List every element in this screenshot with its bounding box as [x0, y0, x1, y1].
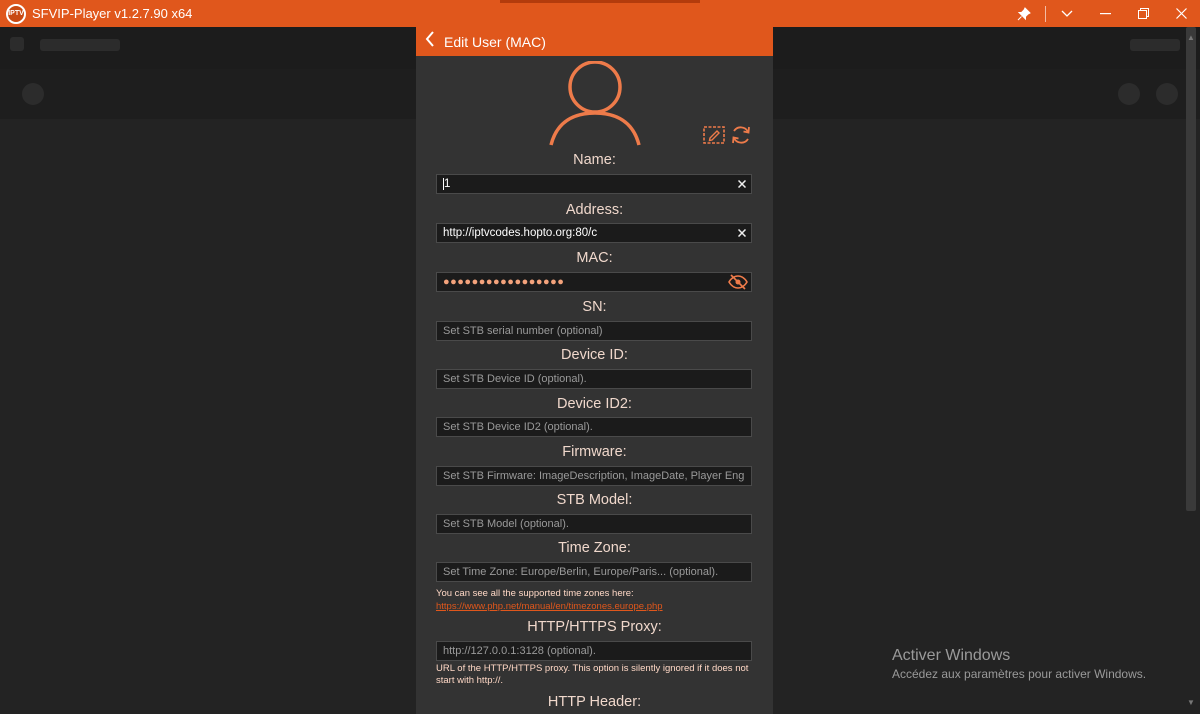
close-button[interactable] — [1162, 0, 1200, 27]
dropdown-chevron-icon[interactable] — [1048, 0, 1086, 27]
device-id-placeholder: Set STB Device ID (optional). — [443, 373, 587, 385]
time-zone-link[interactable]: https://www.php.net/manual/en/timezones.… — [436, 601, 756, 612]
mac-value: ●●●●●●●●●●●●●●●●● — [443, 276, 565, 288]
name-label: Name: — [573, 152, 616, 168]
proxy-hint: URL of the HTTP/HTTPS proxy. This option… — [436, 663, 749, 686]
edit-user-dialog: Edit User (MAC) Name: 1 Address: http://… — [416, 27, 773, 714]
background-settings-icon — [1156, 83, 1178, 105]
scrollbar[interactable] — [1186, 27, 1196, 511]
device-id2-field[interactable]: Set STB Device ID2 (optional). — [436, 417, 752, 437]
user-avatar-icon[interactable] — [547, 61, 643, 147]
window-controls — [1005, 0, 1200, 27]
background-menu — [1130, 39, 1180, 51]
dialog-title: Edit User (MAC) — [444, 33, 546, 50]
scroll-up-icon[interactable]: ▲ — [1187, 33, 1195, 42]
device-id-label: Device ID: — [561, 347, 628, 363]
edit-avatar-icon[interactable] — [703, 125, 725, 145]
sn-field[interactable]: Set STB serial number (optional) — [436, 321, 752, 341]
name-field[interactable]: 1 — [436, 174, 752, 194]
activation-watermark-title: Activer Windows — [892, 647, 1011, 664]
refresh-icon[interactable] — [730, 124, 752, 146]
http-header-label: HTTP Header: — [547, 694, 642, 710]
title-accent-strip — [500, 0, 700, 3]
address-label: Address: — [565, 202, 624, 218]
back-icon[interactable] — [416, 30, 444, 53]
proxy-placeholder: http://127.0.0.1:3128 (optional). — [443, 645, 596, 657]
time-zone-placeholder: Set Time Zone: Europe/Berlin, Europe/Par… — [443, 566, 719, 578]
background-back-icon — [10, 37, 24, 51]
firmware-field[interactable]: Set STB Firmware: ImageDescription, Imag… — [436, 466, 752, 486]
window-title: SFVIP-Player v1.2.7.90 x64 — [32, 6, 193, 21]
firmware-placeholder: Set STB Firmware: ImageDescription, Imag… — [443, 470, 745, 482]
minimize-button[interactable] — [1086, 0, 1124, 27]
pin-icon[interactable] — [1005, 0, 1043, 27]
time-zone-hint: You can see all the supported time zones… — [436, 588, 634, 599]
activation-watermark-subtitle: Accédez aux paramètres pour activer Wind… — [892, 667, 1147, 681]
address-value: http://iptvcodes.hopto.org:80/c — [443, 227, 598, 239]
mac-label: MAC: — [576, 250, 613, 266]
app-logo-icon: IPTV — [6, 3, 26, 24]
title-bar: IPTV SFVIP-Player v1.2.7.90 x64 — [0, 0, 1200, 27]
address-field[interactable]: http://iptvcodes.hopto.org:80/c — [436, 223, 752, 243]
stb-model-label: STB Model: — [556, 492, 633, 508]
separator — [1045, 5, 1046, 22]
dialog-header: Edit User (MAC) — [416, 27, 773, 56]
stb-model-field[interactable]: Set STB Model (optional). — [436, 514, 752, 534]
background-search-icon — [1118, 83, 1140, 105]
sn-placeholder: Set STB serial number (optional) — [443, 325, 603, 337]
proxy-field[interactable]: http://127.0.0.1:3128 (optional). — [436, 641, 752, 661]
background-home-icon — [22, 83, 44, 105]
time-zone-label: Time Zone: — [558, 540, 631, 556]
scroll-down-icon[interactable]: ▼ — [1187, 698, 1195, 707]
device-id2-label: Device ID2: — [557, 396, 632, 412]
background-title — [40, 39, 120, 51]
proxy-label: HTTP/HTTPS Proxy: — [527, 619, 662, 635]
restore-button[interactable] — [1124, 0, 1162, 27]
mac-field[interactable]: ●●●●●●●●●●●●●●●●● — [436, 272, 752, 292]
eye-slash-icon[interactable] — [727, 274, 749, 290]
name-value: 1 — [444, 178, 451, 191]
device-id-field[interactable]: Set STB Device ID (optional). — [436, 369, 752, 389]
clear-icon[interactable] — [733, 226, 751, 240]
firmware-label: Firmware: — [562, 444, 627, 460]
sn-label: SN: — [582, 299, 607, 315]
clear-icon[interactable] — [733, 177, 751, 191]
name-field-content: 1 — [443, 177, 733, 191]
stb-model-placeholder: Set STB Model (optional). — [443, 518, 569, 530]
time-zone-field[interactable]: Set Time Zone: Europe/Berlin, Europe/Par… — [436, 562, 752, 582]
device-id2-placeholder: Set STB Device ID2 (optional). — [443, 421, 593, 433]
